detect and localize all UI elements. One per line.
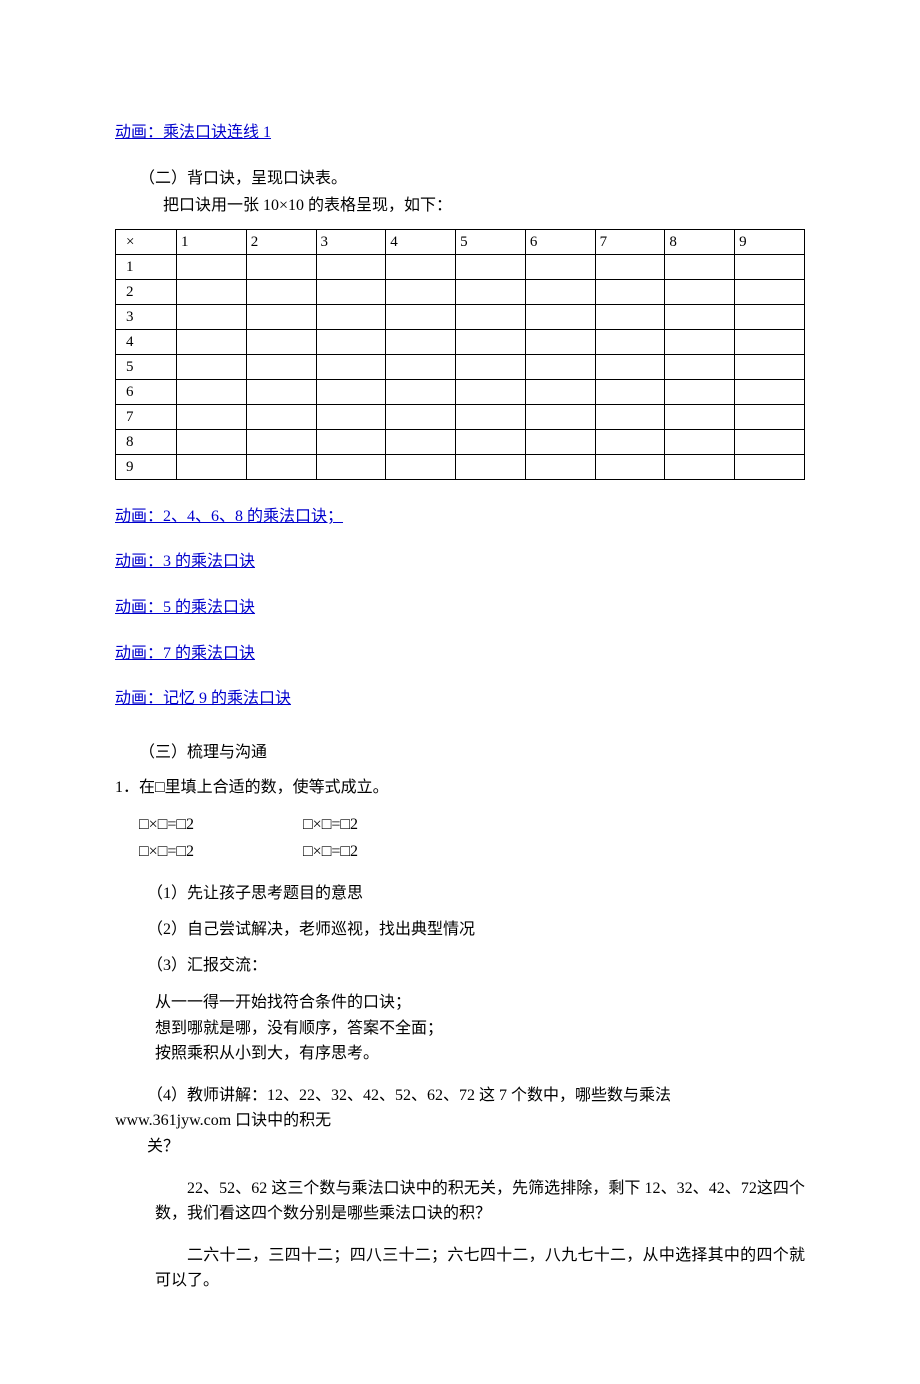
col-header: 9 [735, 229, 805, 254]
col-header: 7 [595, 229, 665, 254]
question-1: 1．在□里填上合适的数，使等式成立。 [115, 775, 805, 801]
step-3: （3）汇报交流： [115, 953, 805, 979]
row-header: 5 [116, 354, 177, 379]
link-animation-5[interactable]: 动画：5 的乘法口诀 [115, 595, 255, 621]
equation: □×□=□2 [139, 811, 299, 838]
answer-2: 二六十二，三四十二；四八三十二；六七四十二，八九七十二，从中选择其中的四个就可以… [115, 1243, 805, 1294]
col-header: 2 [246, 229, 316, 254]
col-header: 3 [316, 229, 386, 254]
equation: □×□=□2 [303, 816, 358, 833]
table-row: 8 [116, 429, 805, 454]
link-animation-7[interactable]: 动画：7 的乘法口诀 [115, 641, 255, 667]
section-2-title: （二）背口诀，呈现口诀表。 [115, 166, 805, 192]
row-header: 6 [116, 379, 177, 404]
step-4-line-b: 关？ [147, 1138, 179, 1155]
row-header: 2 [116, 279, 177, 304]
discussion-notes: 从一一得一开始找符合条件的口诀； 想到哪就是哪，没有顺序，答案不全面； 按照乘积… [155, 990, 805, 1067]
table-row: 2 [116, 279, 805, 304]
row-header: 9 [116, 454, 177, 479]
step-2: （2）自己尝试解决，老师巡视，找出典型情况 [115, 917, 805, 943]
col-header: 5 [456, 229, 526, 254]
table-row: 5 [116, 354, 805, 379]
table-row: 9 [116, 454, 805, 479]
link-animation-top[interactable]: 动画：乘法口诀连线 1 [115, 120, 271, 146]
step-1: （1）先让孩子思考题目的意思 [115, 881, 805, 907]
equation: □×□=□2 [303, 843, 358, 860]
table-row: 6 [116, 379, 805, 404]
document-page: 动画：乘法口诀连线 1 （二）背口诀，呈现口诀表。 把口诀用一张 10×10 的… [0, 0, 920, 1384]
row-header: 7 [116, 404, 177, 429]
col-header: 4 [386, 229, 456, 254]
table-header-row: × 1 2 3 4 5 6 7 8 9 [116, 229, 805, 254]
table-row: 1 [116, 254, 805, 279]
multiplication-table: × 1 2 3 4 5 6 7 8 9 1 2 3 4 5 6 7 8 9 [115, 229, 805, 480]
col-header: 6 [525, 229, 595, 254]
row-header: 3 [116, 304, 177, 329]
section-2-desc: 把口诀用一张 10×10 的表格呈现，如下： [115, 193, 805, 219]
link-animation-9[interactable]: 动画：记忆 9 的乘法口诀 [115, 686, 291, 712]
section-3-title: （三）梳理与沟通 [115, 740, 805, 766]
table-row: 4 [116, 329, 805, 354]
table-row: 7 [116, 404, 805, 429]
answer-1: 22、52、62 这三个数与乘法口诀中的积无关，先筛选排除，剩下 12、32、4… [115, 1176, 805, 1227]
step-4-url-line: www.361jyw.com 口诀中的积无 [115, 1112, 331, 1129]
link-animation-3[interactable]: 动画：3 的乘法口诀 [115, 549, 255, 575]
link-animation-2468[interactable]: 动画：2、4、6、8 的乘法口诀； [115, 504, 343, 530]
row-header: 8 [116, 429, 177, 454]
row-header: 4 [116, 329, 177, 354]
step-4-line-a: （4）教师讲解：12、22、32、42、52、62、72 这 7 个数中，哪些数… [147, 1087, 671, 1104]
row-header: 1 [116, 254, 177, 279]
note-line: 从一一得一开始找符合条件的口诀； [155, 990, 805, 1016]
step-4: （4）教师讲解：12、22、32、42、52、62、72 这 7 个数中，哪些数… [115, 1083, 805, 1160]
col-header: 8 [665, 229, 735, 254]
note-line: 想到哪就是哪，没有顺序，答案不全面； [155, 1016, 805, 1042]
table-row: 3 [116, 304, 805, 329]
equation: □×□=□2 [139, 838, 299, 865]
table-corner: × [116, 229, 177, 254]
col-header: 1 [177, 229, 247, 254]
equation-block: □×□=□2 □×□=□2 □×□=□2 □×□=□2 [139, 811, 805, 865]
note-line: 按照乘积从小到大，有序思考。 [155, 1041, 805, 1067]
